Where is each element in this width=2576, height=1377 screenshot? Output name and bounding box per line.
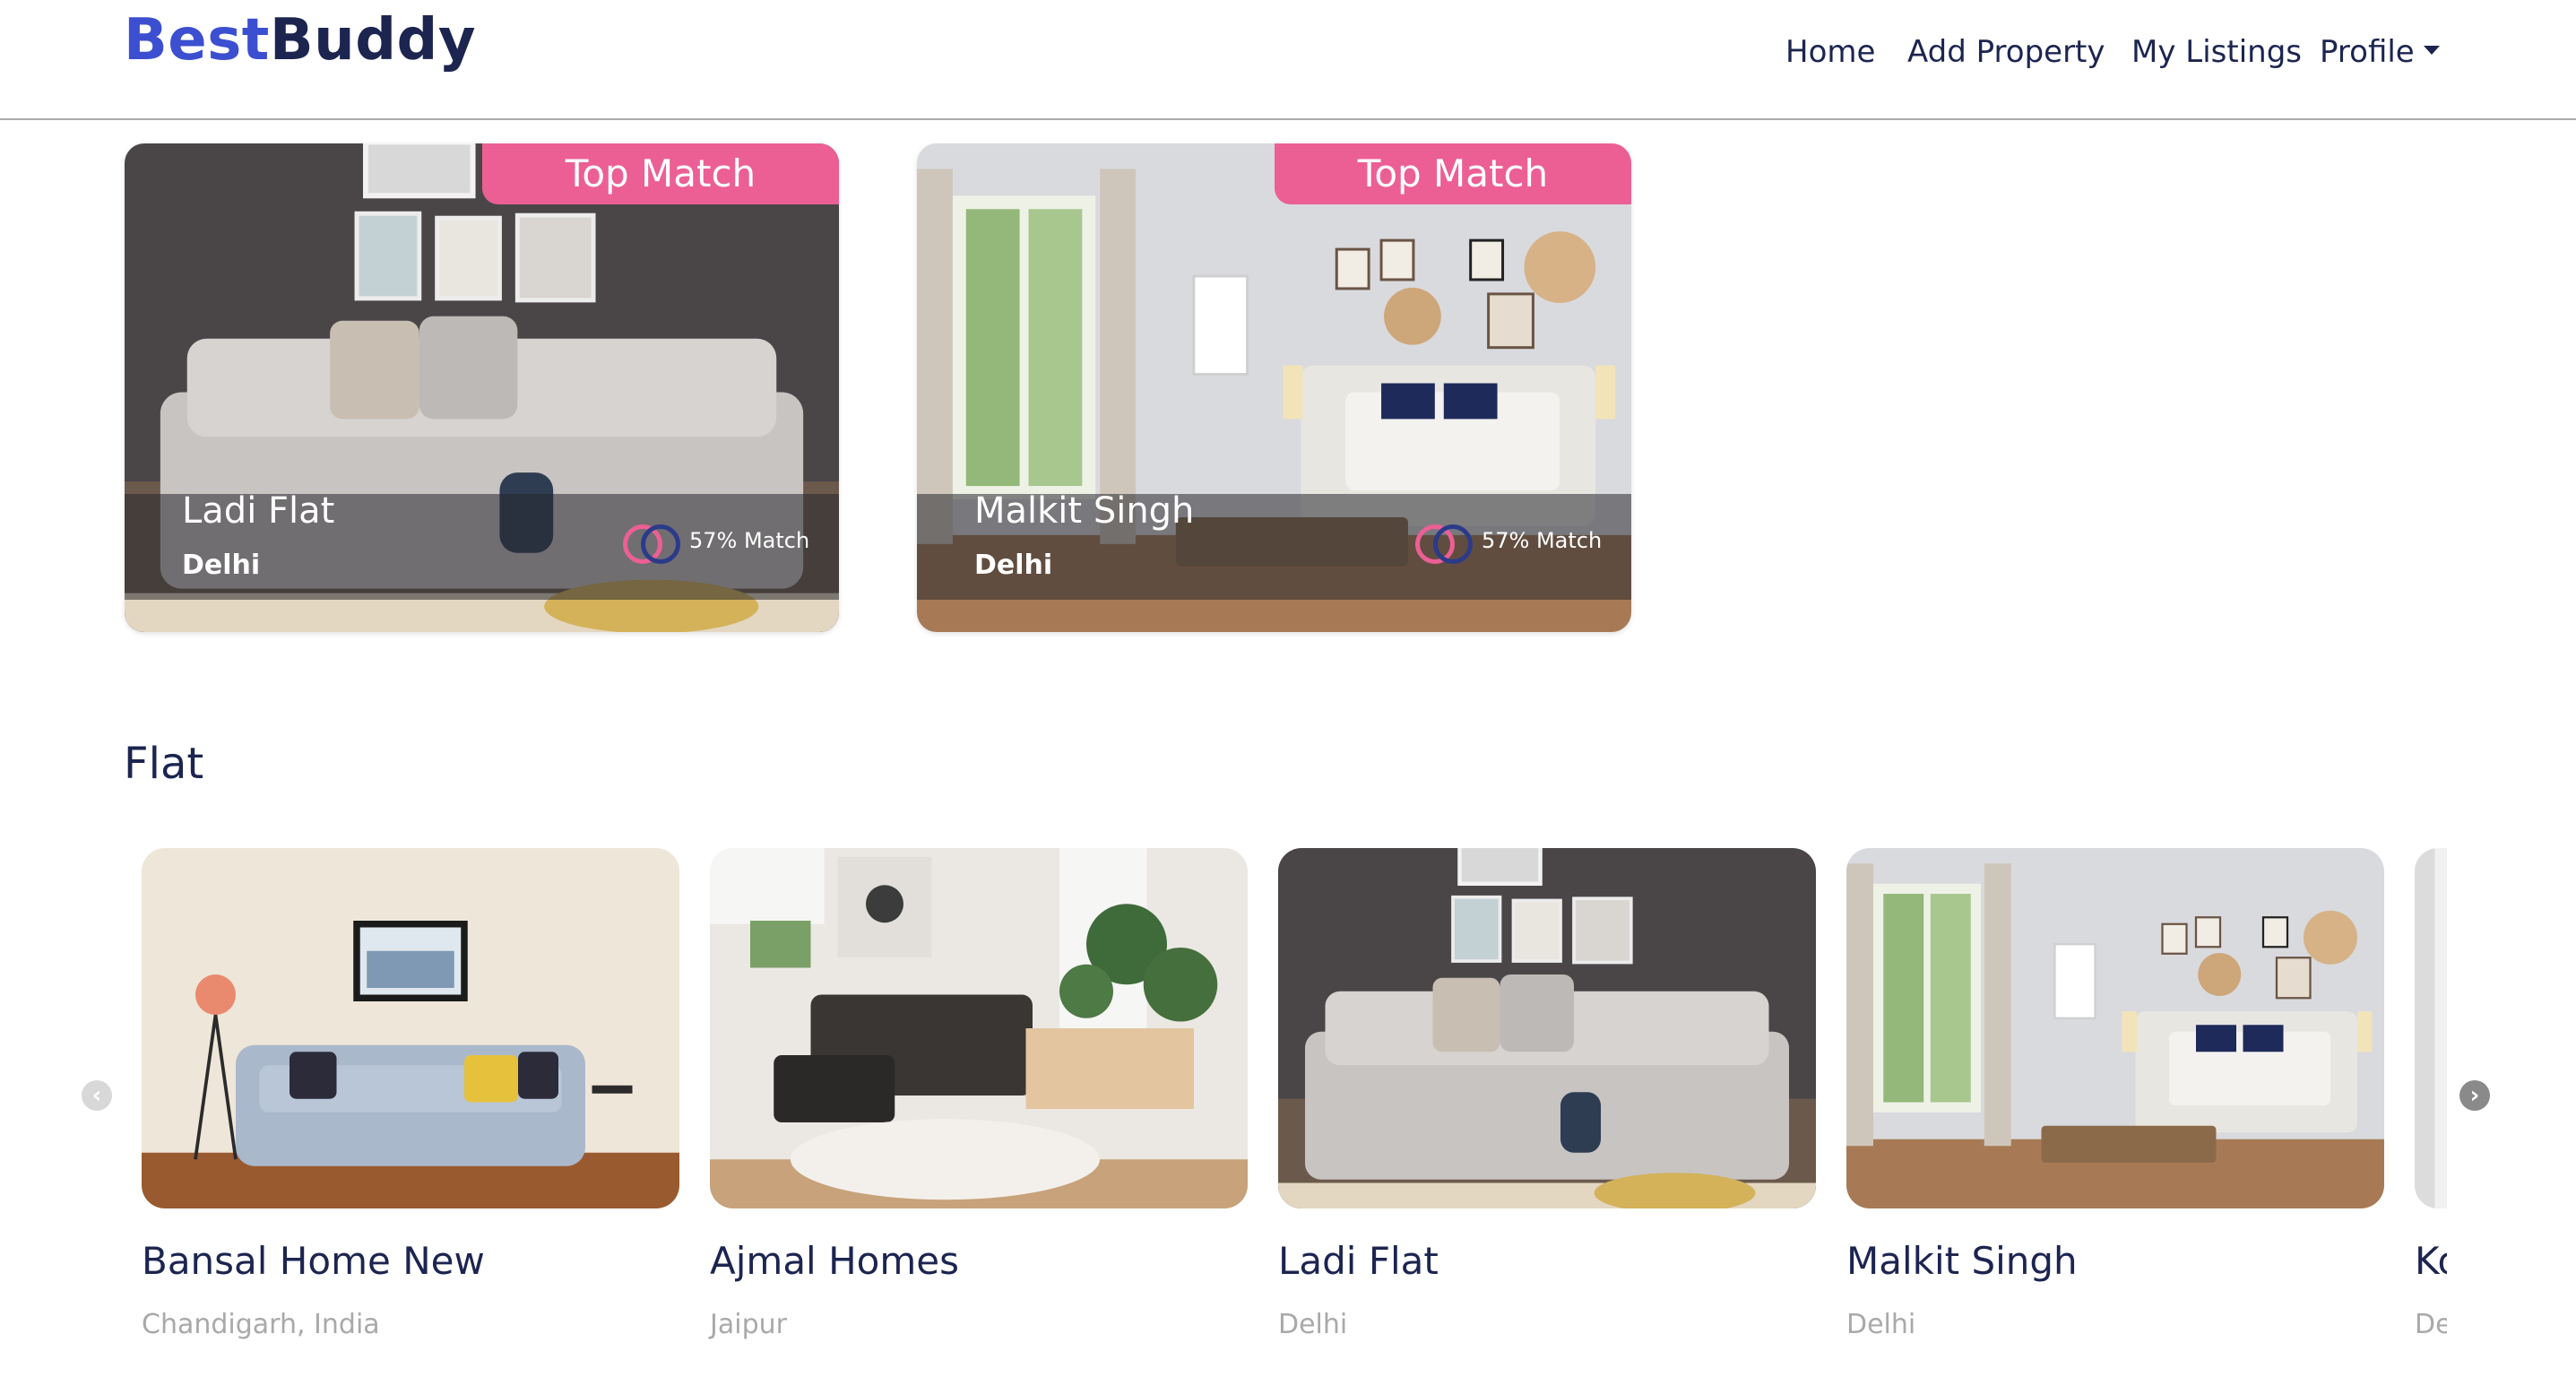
carousel-prev-button[interactable]: ‹ (82, 1080, 112, 1111)
listing-location: Delhi (1278, 1309, 1348, 1340)
listing-card[interactable]: Ladi Flat Delhi (1278, 848, 1816, 1340)
brand-name-part2: Buddy (269, 7, 477, 74)
match-percentage: 57% Match (689, 528, 810, 553)
listing-card[interactable]: Malkit Singh Delhi (1846, 848, 2384, 1340)
listing-location: Chandigarh, India (142, 1309, 380, 1340)
listing-name: Bansal Home New (142, 1239, 485, 1283)
listing-name: Ladi Flat (1278, 1239, 1439, 1283)
nav-add-property-link[interactable]: Add Property (1907, 34, 2105, 70)
profile-dropdown-toggle[interactable]: Profile (2320, 34, 2440, 70)
top-match-card[interactable]: Top Match Malkit Singh Delhi 57% Match (917, 143, 1631, 632)
top-match-badge: Top Match (482, 143, 839, 204)
listing-name: Ajmal Homes (710, 1239, 959, 1283)
property-city: Delhi (182, 550, 261, 581)
listing-location: Delhi (1846, 1309, 1916, 1340)
property-title: Malkit Singh (974, 490, 1195, 532)
section-title: Flat (124, 739, 204, 789)
listing-card[interactable]: Ko De (2415, 848, 2447, 1340)
match-score: 57% Match (1413, 518, 1603, 564)
listing-card[interactable]: Bansal Home New Chandigarh, India (142, 848, 679, 1340)
match-percentage: 57% Match (1482, 528, 1603, 553)
profile-label: Profile (2320, 34, 2415, 70)
listing-photo (142, 848, 679, 1208)
listing-name: Ko (2415, 1239, 2447, 1283)
top-match-card[interactable]: Top Match Ladi Flat Delhi 57% Match (125, 143, 839, 632)
carousel-next-button[interactable]: › (2459, 1080, 2490, 1111)
listing-photo (1278, 848, 1816, 1208)
match-rings-icon (1413, 523, 1473, 564)
caret-down-icon (2423, 45, 2440, 55)
top-navbar: BestBuddy Home Add Property My Listings … (0, 0, 2576, 120)
property-city: Delhi (974, 550, 1053, 581)
listing-card[interactable]: Ajmal Homes Jaipur (710, 848, 1248, 1340)
top-match-badge: Top Match (1275, 143, 1631, 204)
nav-home-link[interactable]: Home (1785, 34, 1875, 70)
listing-photo (710, 848, 1248, 1208)
property-title: Ladi Flat (182, 490, 335, 532)
nav-my-listings-link[interactable]: My Listings (2131, 34, 2302, 70)
match-rings-icon (621, 523, 680, 564)
listings-carousel: Bansal Home New Chandigarh, India Ajmal … (142, 848, 2447, 1377)
brand-logo[interactable]: BestBuddy (124, 7, 476, 74)
brand-name-part1: Best (124, 7, 270, 74)
listing-photo (2415, 848, 2447, 1208)
listing-name: Malkit Singh (1846, 1239, 2078, 1283)
match-score: 57% Match (621, 518, 810, 564)
listing-location: Jaipur (710, 1309, 787, 1340)
listing-location: De (2415, 1309, 2447, 1340)
listing-photo (1846, 848, 2384, 1208)
